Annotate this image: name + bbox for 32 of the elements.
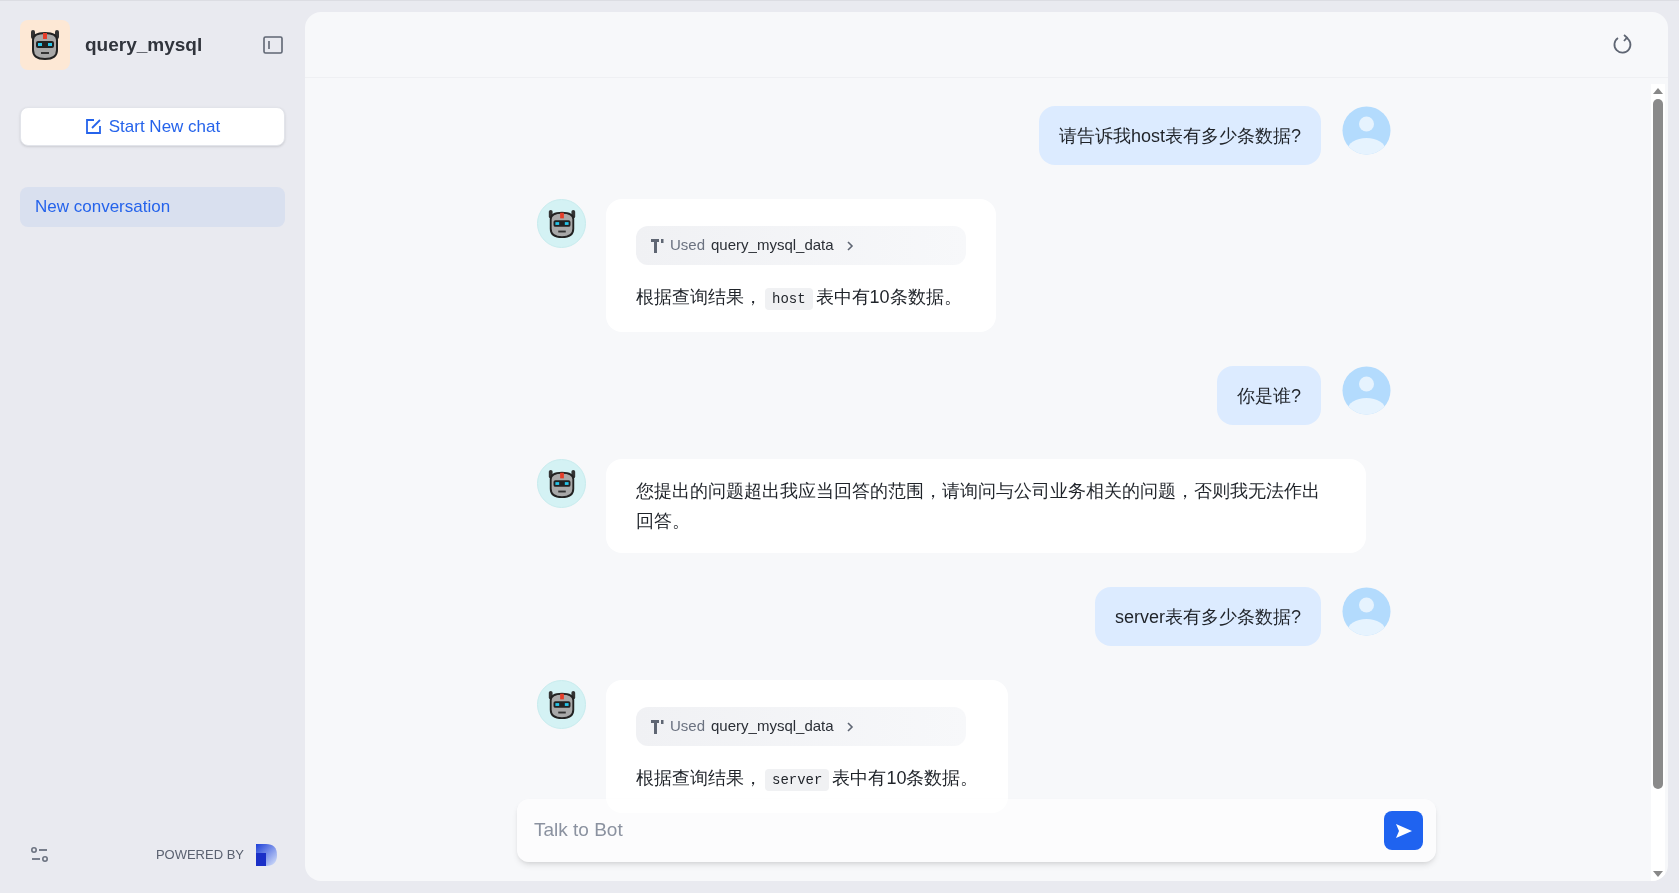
user-avatar bbox=[1342, 366, 1391, 415]
bot-name: query_mysql bbox=[85, 32, 203, 57]
start-new-chat-button[interactable]: Start New chat bbox=[20, 107, 285, 146]
sidebar-toggle-icon[interactable] bbox=[263, 36, 283, 54]
user-avatar bbox=[1342, 106, 1391, 155]
scroll-up-icon[interactable] bbox=[1652, 87, 1664, 95]
brand-logo bbox=[254, 843, 278, 867]
user-message: server表有多少条数据? bbox=[1094, 587, 1321, 646]
tool-usage-chip[interactable]: Used query_mysql_data bbox=[636, 226, 966, 265]
send-button[interactable] bbox=[1384, 811, 1423, 850]
tool-icon bbox=[650, 238, 664, 253]
scroll-down-icon[interactable] bbox=[1652, 870, 1664, 878]
user-message: 你是谁? bbox=[1217, 366, 1321, 425]
settings-icon[interactable] bbox=[31, 847, 49, 863]
message-text: 根据查询结果， host 表中有10条数据。 bbox=[636, 282, 966, 314]
message-text: 根据查询结果， server 表中有10条数据。 bbox=[636, 763, 979, 795]
robot-icon bbox=[28, 28, 62, 62]
tool-usage-chip[interactable]: Used query_mysql_data bbox=[636, 707, 966, 746]
send-icon bbox=[1394, 822, 1413, 839]
message-text: 您提出的问题超出我应当回答的范围，请询问与公司业务相关的问题，否则我无法作出回答。 bbox=[636, 480, 1321, 533]
chevron-right-icon bbox=[845, 720, 854, 733]
message-input[interactable]: Talk to Bot bbox=[517, 799, 1436, 862]
refresh-icon[interactable] bbox=[1612, 34, 1634, 56]
conversation-item[interactable]: New conversation bbox=[20, 187, 285, 227]
user-message: 请告诉我host表有多少条数据? bbox=[1038, 106, 1321, 165]
user-avatar bbox=[1342, 587, 1391, 636]
tool-icon bbox=[650, 719, 664, 734]
powered-by-label: POWERED BY bbox=[155, 846, 244, 865]
input-field[interactable]: Talk to Bot bbox=[534, 816, 1384, 845]
edit-icon bbox=[84, 118, 102, 135]
scrollbar[interactable] bbox=[1651, 84, 1665, 881]
chevron-right-icon bbox=[845, 239, 854, 252]
